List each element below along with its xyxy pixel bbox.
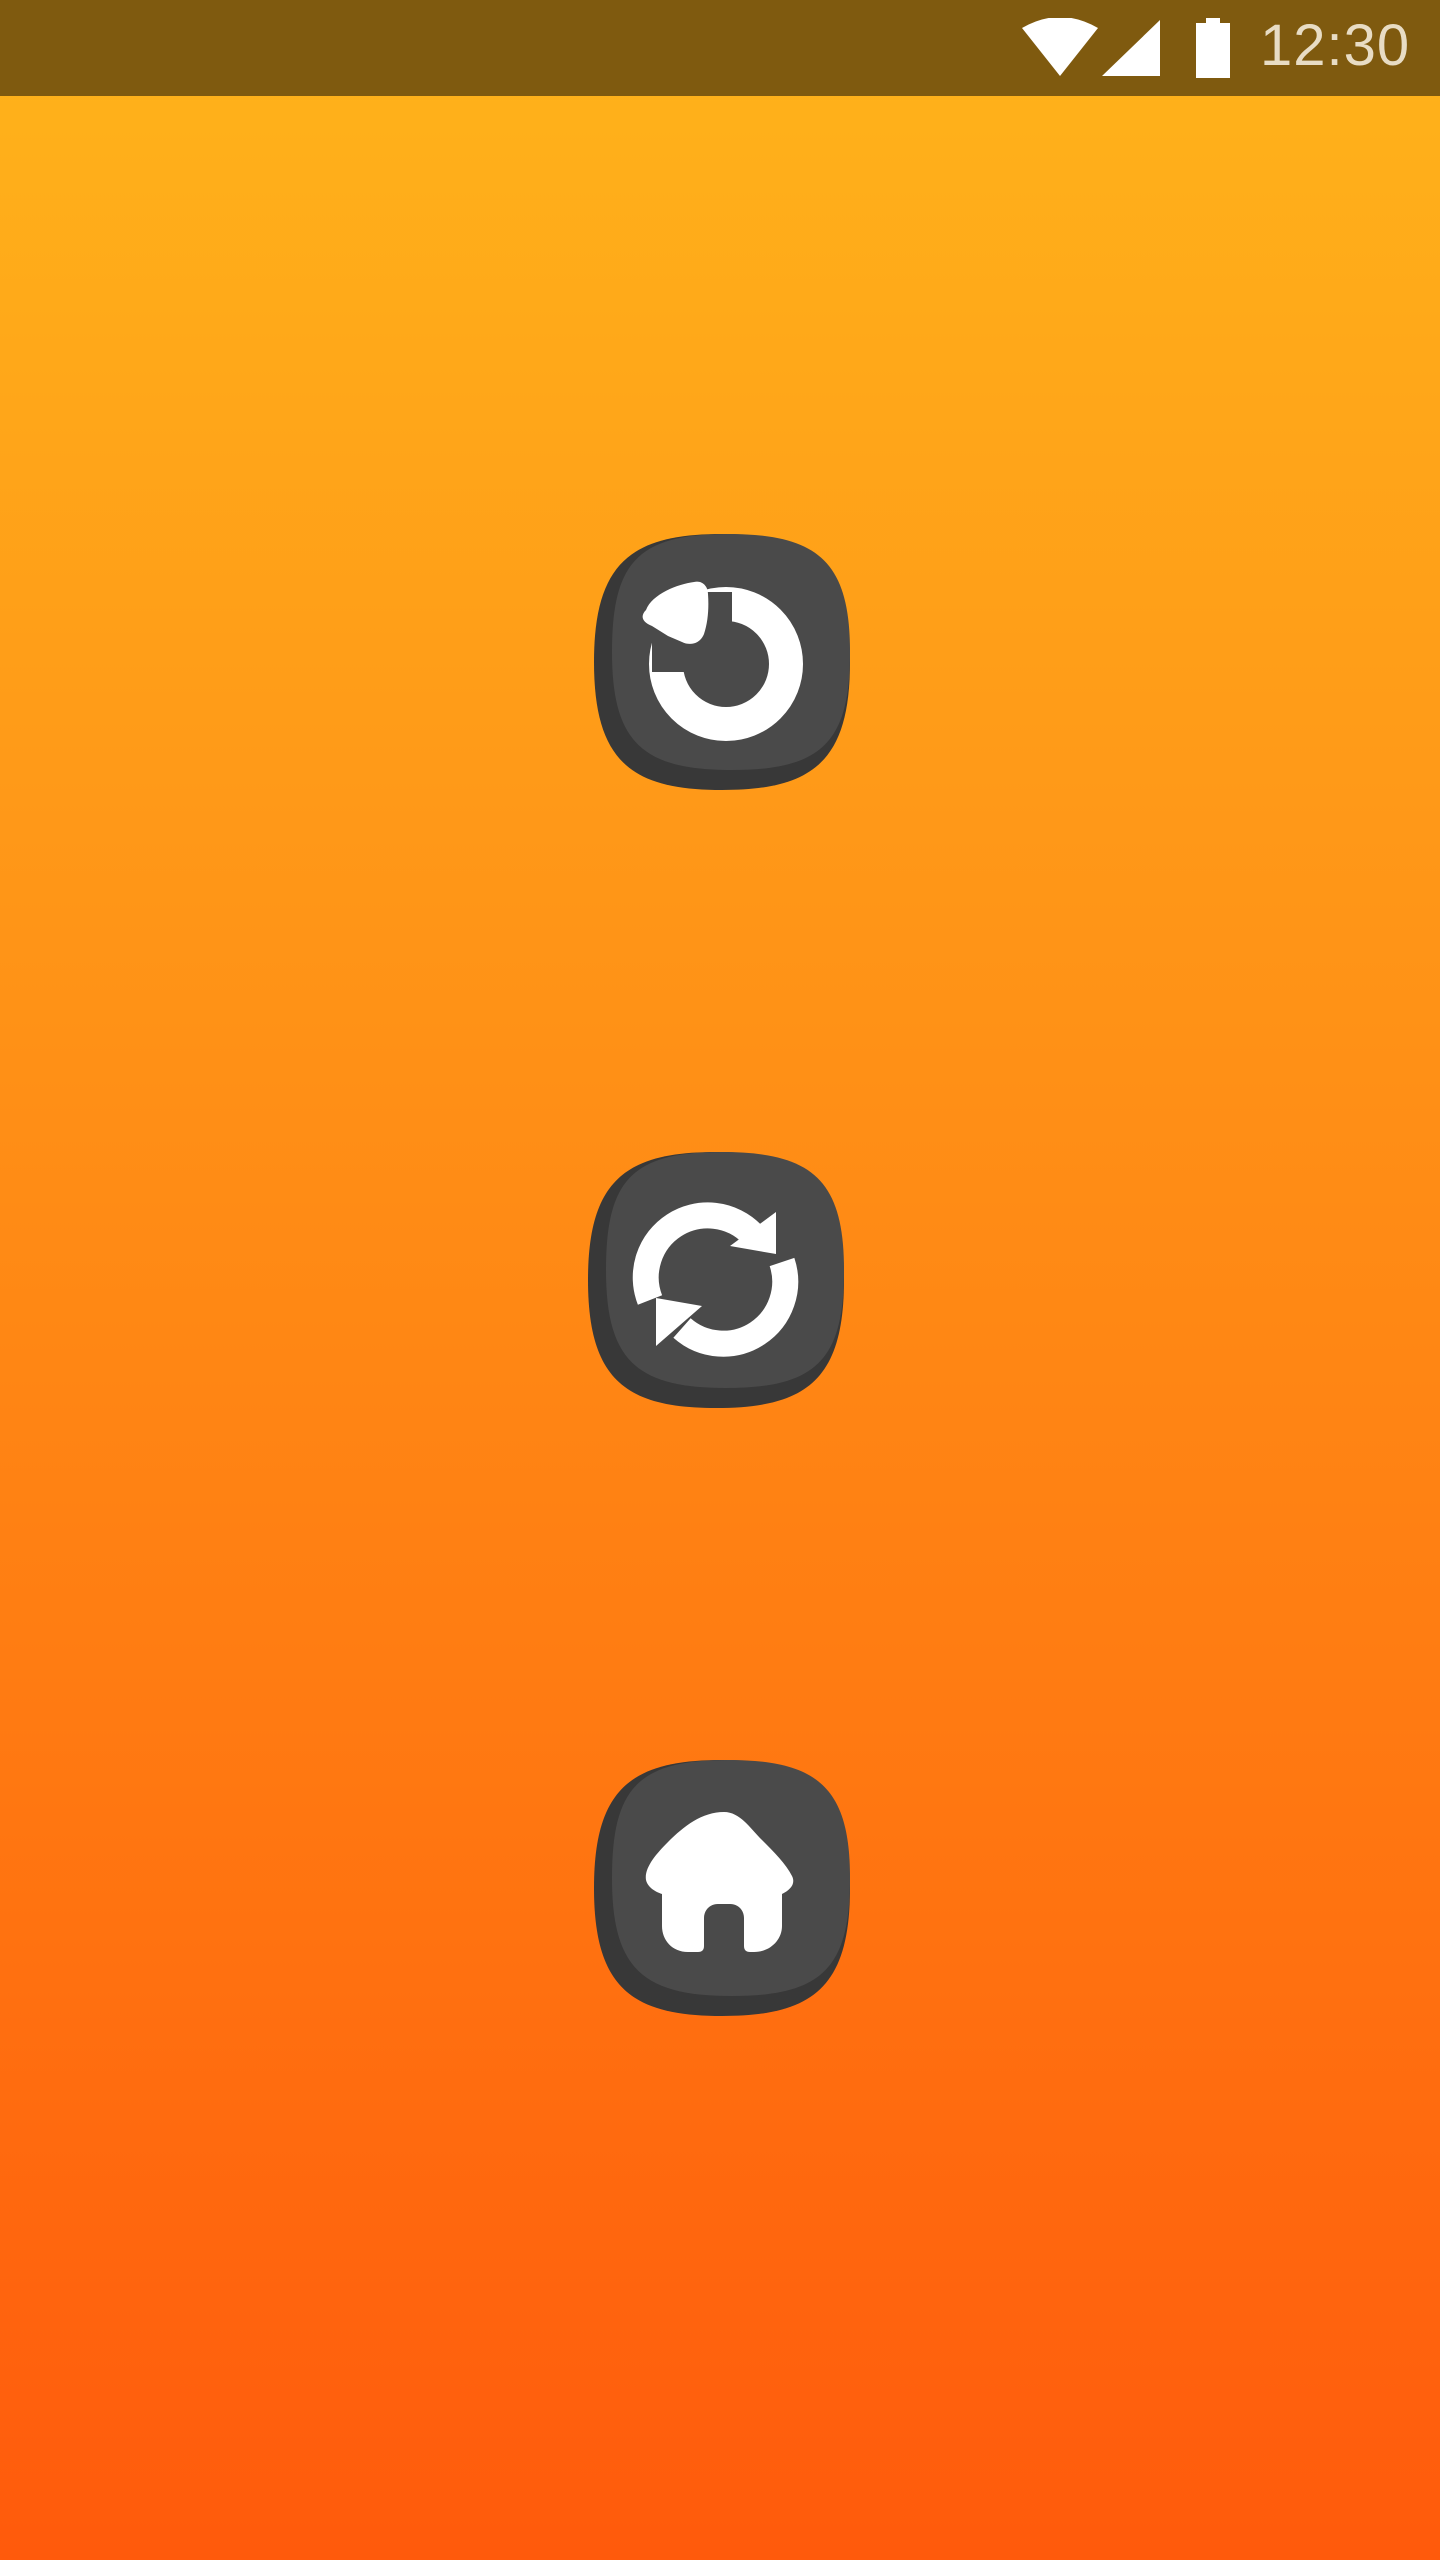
refresh-button[interactable] — [586, 1150, 846, 1410]
undo-button[interactable] — [592, 532, 852, 792]
battery-icon — [1196, 18, 1230, 78]
wifi-icon — [1022, 18, 1098, 76]
status-clock: 12:30 — [1260, 13, 1411, 78]
status-bar: 12:30 — [0, 0, 1440, 96]
signal-icon — [1102, 20, 1160, 76]
home-button[interactable] — [592, 1758, 852, 2018]
